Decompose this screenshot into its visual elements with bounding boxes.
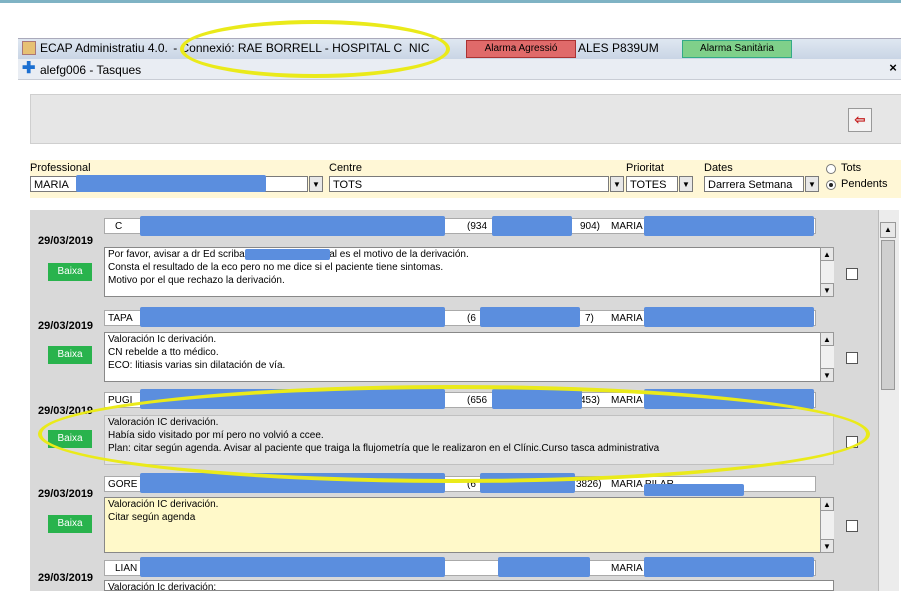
professional-label: Professional: [30, 162, 91, 174]
note-line: Valoración Ic derivación.: [108, 334, 217, 345]
note-line: Citar según agenda: [108, 512, 196, 523]
radio-tots[interactable]: [826, 164, 836, 174]
redacted-block: [492, 216, 572, 236]
redacted-block: [644, 307, 814, 327]
patient-name: GORE: [108, 479, 138, 490]
task-date: 29/03/2019: [38, 572, 94, 584]
note-line: Consta el resultado de la eco pero no me…: [108, 262, 444, 273]
alarm-sanitaria-button[interactable]: Alarma Sanitària: [682, 40, 792, 58]
task-date: 29/03/2019: [38, 320, 94, 332]
prioritat-label: Prioritat: [626, 162, 664, 174]
prioritat-select[interactable]: TOTES: [626, 176, 678, 192]
note-line: Valoración Ic derivación:: [108, 582, 217, 591]
subwindow-title-bar: [18, 59, 901, 80]
phone-suffix: 7): [585, 313, 594, 324]
patient-name: C: [115, 221, 123, 232]
radio-tots-label: Tots: [841, 162, 862, 174]
redacted-block: [480, 307, 580, 327]
prioritat-value: TOTES: [630, 179, 667, 191]
redacted-block: [644, 484, 744, 496]
chevron-down-icon[interactable]: ▼: [610, 176, 624, 192]
task-checkbox[interactable]: [846, 268, 858, 280]
toolbar: [30, 94, 901, 144]
task-checkbox[interactable]: [846, 520, 858, 532]
radio-pendents-label: Pendents: [841, 178, 888, 190]
exit-door-icon[interactable]: ⇦: [848, 108, 872, 132]
note-line: ECO: litiasis varias sin dilatación de v…: [108, 360, 286, 371]
dates-label: Dates: [704, 162, 733, 174]
centre-select[interactable]: TOTS: [329, 176, 609, 192]
note-line: Valoración IC derivación.: [108, 499, 219, 510]
task-notes[interactable]: Valoración Ic derivación:: [104, 580, 834, 591]
task-notes[interactable]: Por favor, avisar a dr Ed scriba en la h…: [104, 247, 834, 297]
assignee: MARIA: [611, 563, 643, 574]
scroll-thumb[interactable]: [881, 240, 895, 390]
dates-select[interactable]: Darrera Setmana: [704, 176, 804, 192]
redacted-block: [76, 175, 266, 192]
redacted-block: [498, 557, 590, 577]
redacted-block: [140, 307, 445, 327]
scroll-down-icon[interactable]: ▼: [820, 283, 834, 297]
app-icon: [22, 41, 36, 55]
annotation-ellipse: [180, 20, 450, 78]
task-checkbox[interactable]: [846, 352, 858, 364]
task-notes[interactable]: Valoración Ic derivación. CN rebelde a t…: [104, 332, 834, 382]
task-notes[interactable]: Valoración IC derivación. Citar según ag…: [104, 497, 834, 553]
redacted-block: [644, 216, 814, 236]
phone-prefix: (6: [467, 313, 476, 324]
top-border: [0, 0, 901, 3]
centre-label: Centre: [329, 162, 363, 174]
redacted-block: [644, 557, 814, 577]
note-line: Por favor, avisar a dr Ed scriba en la h…: [108, 249, 469, 260]
redacted-block: [140, 216, 445, 236]
chevron-down-icon[interactable]: ▼: [805, 176, 819, 192]
app-title-text: ECAP Administratiu 4.0.: [40, 41, 168, 55]
phone-prefix: (934: [467, 221, 488, 232]
phone-suffix: 904): [580, 221, 601, 232]
redacted-block: [245, 249, 330, 260]
chevron-down-icon[interactable]: ▼: [679, 176, 693, 192]
task-date: 29/03/2019: [38, 235, 94, 247]
professional-value: MARIA: [34, 179, 69, 191]
assignee: MARIA: [611, 313, 643, 324]
alarm-agressio-button[interactable]: Alarma Agressió: [466, 40, 576, 58]
scroll-up-icon[interactable]: ▲: [820, 332, 834, 346]
chevron-down-icon[interactable]: ▼: [309, 176, 323, 192]
scroll-down-icon[interactable]: ▼: [820, 539, 834, 553]
baixa-button[interactable]: Baixa: [48, 515, 92, 533]
redacted-block: [140, 557, 445, 577]
annotation-ellipse: [38, 385, 870, 483]
centre-value: TOTS: [333, 179, 363, 191]
scroll-down-icon[interactable]: ▼: [820, 368, 834, 382]
dates-value: Darrera Setmana: [708, 179, 793, 191]
radio-pendents[interactable]: [826, 180, 836, 190]
baixa-button[interactable]: Baixa: [48, 263, 92, 281]
baixa-button[interactable]: Baixa: [48, 346, 92, 364]
close-icon[interactable]: ×: [885, 60, 901, 76]
scroll-up-icon[interactable]: ▲: [820, 247, 834, 261]
scroll-up-icon[interactable]: ▲: [880, 222, 896, 238]
user-code-text: ALES P839UM: [578, 41, 659, 55]
scroll-up-icon[interactable]: ▲: [820, 497, 834, 511]
task-date: 29/03/2019: [38, 488, 94, 500]
note-line: CN rebelde a tto médico.: [108, 347, 219, 358]
patient-name: LIAN: [115, 563, 138, 574]
note-line: Motivo por el que rechazo la derivación.: [108, 275, 285, 286]
assignee: MARIA: [611, 221, 643, 232]
patient-name: TAPA: [108, 313, 133, 324]
plus-icon: ✚: [22, 60, 36, 77]
subwindow-title: alefg006 - Tasques: [40, 63, 142, 77]
